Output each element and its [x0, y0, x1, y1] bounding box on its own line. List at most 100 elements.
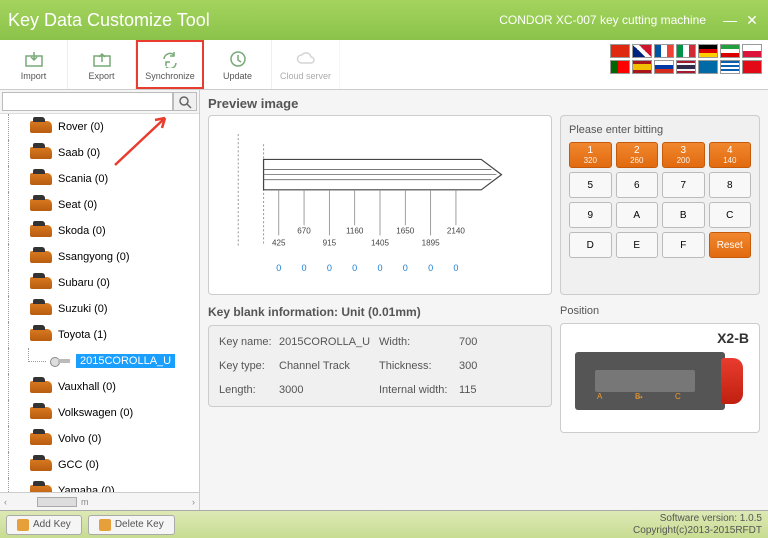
car-icon [30, 199, 52, 211]
flag-ir[interactable] [720, 44, 740, 58]
flag-tr[interactable] [742, 60, 762, 74]
tree-item[interactable]: GCC (0) [0, 452, 199, 478]
tree-item[interactable]: Scania (0) [0, 166, 199, 192]
delete-key-button[interactable]: Delete Key [88, 515, 175, 535]
cloud-server-button[interactable]: Cloud server [272, 40, 340, 89]
add-icon [17, 519, 29, 531]
tree-item[interactable]: Yamaha (0) [0, 478, 199, 492]
tree-item[interactable]: Saab (0) [0, 140, 199, 166]
position-panel: X2-B A B → C [560, 323, 760, 433]
bitting-key-2[interactable]: 2260 [616, 142, 659, 168]
tree-item[interactable]: Rover (0) [0, 114, 199, 140]
svg-text:1160: 1160 [346, 226, 364, 235]
flag-es[interactable] [632, 60, 652, 74]
bitting-key-7[interactable]: 7 [662, 172, 705, 198]
keytype-label: Key type: [219, 360, 279, 372]
clamp-diagram: A B → C [575, 352, 725, 410]
flag-gr[interactable] [720, 60, 740, 74]
bitting-key-a[interactable]: A [616, 202, 659, 228]
search-button[interactable] [173, 92, 197, 111]
tree-item[interactable]: Subaru (0) [0, 270, 199, 296]
tree-item[interactable]: Ssangyong (0) [0, 244, 199, 270]
preview-label: Preview image [208, 96, 760, 111]
car-icon [30, 459, 52, 471]
car-icon [30, 407, 52, 419]
close-button[interactable]: ✕ [744, 12, 760, 28]
bitting-key-reset[interactable]: Reset [709, 232, 752, 258]
svg-text:0: 0 [428, 263, 433, 273]
keyname-label: Key name: [219, 336, 279, 348]
h-scrollbar[interactable]: ‹m› [0, 492, 199, 510]
flag-se[interactable] [698, 60, 718, 74]
toolbar: Import Export Synchronize Update Cloud s… [0, 40, 768, 90]
car-icon [30, 277, 52, 289]
svg-text:670: 670 [297, 226, 311, 235]
app-title: Key Data Customize Tool [8, 10, 210, 31]
import-button[interactable]: Import [0, 40, 68, 89]
width-label: Width: [379, 336, 459, 348]
tree-item[interactable]: Vauxhall (0) [0, 374, 199, 400]
svg-text:0: 0 [453, 263, 458, 273]
synchronize-button[interactable]: Synchronize [136, 40, 204, 89]
vehicle-tree[interactable]: Rover (0) Saab (0) Scania (0) Seat (0) S… [0, 114, 199, 492]
tree-item[interactable]: Seat (0) [0, 192, 199, 218]
tree-item-selected[interactable]: 2015COROLLA_U [0, 348, 199, 374]
svg-text:915: 915 [323, 239, 337, 248]
car-icon [30, 251, 52, 263]
bitting-key-c[interactable]: C [709, 202, 752, 228]
update-icon [227, 49, 249, 69]
keyname-value: 2015COROLLA_U [279, 336, 379, 348]
length-label: Length: [219, 384, 279, 396]
minimize-button[interactable]: — [722, 12, 738, 28]
length-value: 3000 [279, 384, 379, 396]
import-icon [23, 49, 45, 69]
flag-th[interactable] [676, 60, 696, 74]
thickness-value: 300 [459, 360, 541, 372]
bitting-key-f[interactable]: F [662, 232, 705, 258]
update-button[interactable]: Update [204, 40, 272, 89]
export-button[interactable]: Export [68, 40, 136, 89]
bitting-key-4[interactable]: 4140 [709, 142, 752, 168]
copyright-text: Copyright(c)2013-2015RFDT [633, 525, 762, 537]
svg-text:1650: 1650 [396, 226, 415, 235]
tree-item[interactable]: Suzuki (0) [0, 296, 199, 322]
flag-uk[interactable] [632, 44, 652, 58]
keytype-value: Channel Track [279, 360, 379, 372]
tree-item[interactable]: Volkswagen (0) [0, 400, 199, 426]
svg-text:425: 425 [272, 239, 286, 248]
bitting-key-5[interactable]: 5 [569, 172, 612, 198]
bitting-key-8[interactable]: 8 [709, 172, 752, 198]
flag-ru[interactable] [654, 60, 674, 74]
svg-text:2140: 2140 [447, 226, 466, 235]
bitting-label: Please enter bitting [569, 124, 751, 136]
info-title: Key blank information: Unit (0.01mm) [208, 305, 552, 319]
bitting-key-6[interactable]: 6 [616, 172, 659, 198]
tree-item-toyota[interactable]: Toyota (1) [0, 322, 199, 348]
bitting-key-1[interactable]: 1320 [569, 142, 612, 168]
tree-item[interactable]: Skoda (0) [0, 218, 199, 244]
flag-pl[interactable] [742, 44, 762, 58]
bitting-key-b[interactable]: B [662, 202, 705, 228]
tree-item[interactable]: Volvo (0) [0, 426, 199, 452]
bitting-key-9[interactable]: 9 [569, 202, 612, 228]
position-code: X2-B [717, 330, 749, 346]
internal-width-label: Internal width: [379, 384, 459, 396]
bitting-key-3[interactable]: 3200 [662, 142, 705, 168]
language-flags [610, 44, 762, 74]
flag-de[interactable] [698, 44, 718, 58]
search-input[interactable] [2, 92, 173, 111]
svg-text:0: 0 [276, 263, 281, 273]
bitting-key-d[interactable]: D [569, 232, 612, 258]
preview-image: 425 670 915 1160 1405 1650 1895 2140 0 0… [208, 115, 552, 295]
thickness-label: Thickness: [379, 360, 459, 372]
flag-fr[interactable] [654, 44, 674, 58]
svg-text:0: 0 [352, 263, 357, 273]
delete-icon [99, 519, 111, 531]
flag-pt[interactable] [610, 60, 630, 74]
sidebar: Rover (0) Saab (0) Scania (0) Seat (0) S… [0, 90, 200, 510]
flag-it[interactable] [676, 44, 696, 58]
bitting-key-e[interactable]: E [616, 232, 659, 258]
add-key-button[interactable]: Add Key [6, 515, 82, 535]
flag-cn[interactable] [610, 44, 630, 58]
car-icon [30, 225, 52, 237]
